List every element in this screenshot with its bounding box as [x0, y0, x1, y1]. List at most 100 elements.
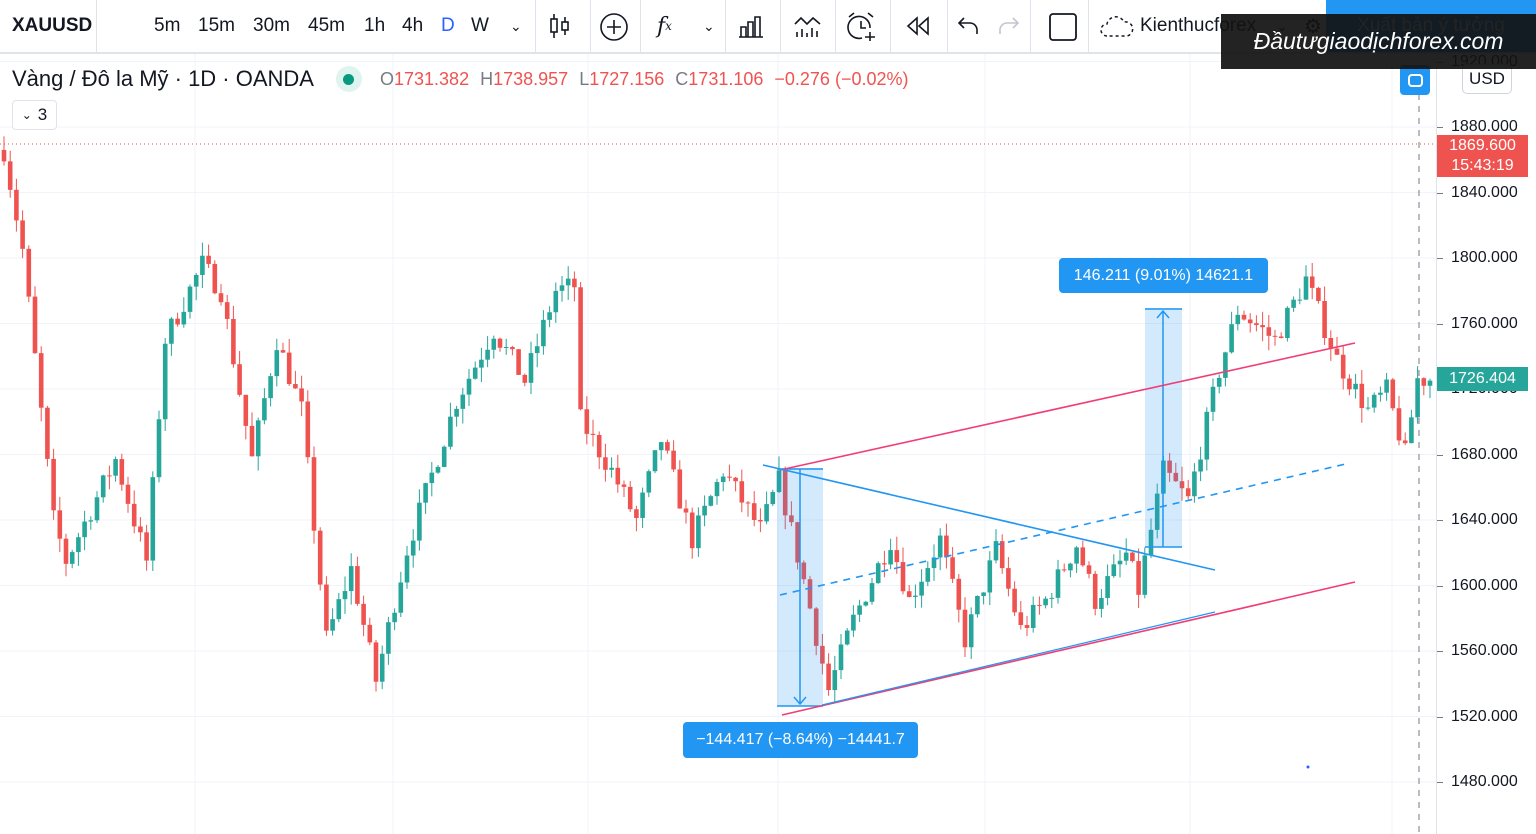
interval-15m[interactable]: 15m	[198, 0, 235, 52]
candle-body	[1260, 325, 1265, 328]
candlestick-chart[interactable]	[0, 54, 1536, 834]
candle-body	[1235, 314, 1241, 325]
candle-body	[987, 560, 993, 593]
candle-body	[38, 353, 44, 408]
candle-body	[1055, 569, 1061, 598]
candle-body	[280, 350, 286, 353]
candle-body	[76, 537, 81, 553]
candle-body	[466, 378, 472, 395]
candle-body	[187, 286, 193, 312]
candle-body	[491, 338, 497, 350]
candle-body	[1111, 564, 1117, 577]
candle-body	[975, 595, 980, 615]
candle-body	[336, 599, 342, 620]
candle-body	[863, 601, 869, 606]
candle-body	[634, 509, 639, 518]
candle-body	[460, 394, 466, 409]
candle-body	[1216, 377, 1222, 387]
interval-45m[interactable]: 45m	[308, 0, 345, 52]
alarm-add-icon[interactable]	[846, 11, 878, 43]
undo-icon[interactable]	[957, 16, 979, 36]
candle-body	[844, 630, 850, 645]
upper-channel-line	[779, 342, 1356, 471]
candle-body	[1210, 386, 1216, 412]
measure-label-down[interactable]: −144.417 (−8.64%) −14441.7	[683, 722, 918, 758]
candle-body	[348, 566, 354, 592]
candle-body	[621, 484, 627, 487]
candle-body	[88, 520, 94, 522]
candle-body	[1229, 324, 1234, 353]
interval-30m[interactable]: 30m	[253, 0, 290, 52]
candle-body	[274, 350, 280, 377]
candle-body	[857, 605, 862, 615]
point-marker	[1306, 765, 1310, 769]
candle-body	[751, 503, 757, 520]
chevron-down-icon[interactable]: ⌄	[510, 0, 522, 52]
candle-body	[398, 582, 404, 613]
candle-body	[1105, 576, 1110, 598]
indicators-collapse-button[interactable]: ⌄ 3	[12, 100, 57, 130]
candle-body	[584, 409, 590, 434]
measure-label-up[interactable]: 146.211 (9.01%) 14621.1	[1059, 258, 1268, 293]
candle-body	[528, 353, 534, 383]
candle-body	[671, 450, 676, 470]
candle-body	[1049, 597, 1055, 599]
chart-pane[interactable]	[0, 54, 1536, 834]
candle-body	[1241, 314, 1247, 320]
candle-body	[603, 457, 608, 470]
candle-body	[169, 318, 174, 344]
candle-body	[534, 346, 540, 354]
candles-icon[interactable]	[548, 13, 572, 39]
candle-body	[832, 670, 838, 691]
symbol-description[interactable]: Vàng / Đô la Mỹ · 1D · OANDA	[12, 66, 314, 92]
candle-body	[1371, 394, 1377, 408]
candle-body	[1037, 604, 1042, 606]
candle-body	[138, 526, 143, 533]
candle-body	[311, 457, 317, 531]
candle-body	[627, 486, 633, 510]
square-icon[interactable]	[1048, 12, 1078, 42]
candle-body	[485, 349, 490, 360]
auto-scale-button[interactable]	[1400, 65, 1430, 95]
candle-body	[1123, 552, 1129, 561]
candle-body	[1117, 560, 1123, 565]
interval-d[interactable]: D	[441, 0, 455, 52]
candle-body	[392, 612, 397, 623]
bar-chart-icon[interactable]	[738, 14, 764, 38]
candle-body	[1390, 379, 1396, 409]
plus-circle-icon[interactable]	[599, 12, 629, 42]
candle-body	[293, 384, 298, 389]
candle-body	[1024, 625, 1030, 628]
indicators-icon[interactable]	[794, 14, 822, 38]
candle-body	[714, 482, 720, 497]
candle-body	[479, 359, 484, 368]
symbol-search[interactable]: XAUUSD	[12, 0, 92, 52]
candle-body	[150, 477, 156, 561]
candle-body	[441, 446, 447, 467]
chevron-down-icon[interactable]: ⌄	[703, 0, 715, 52]
price-tick-label: 1640.000	[1451, 511, 1518, 528]
candle-body	[1043, 598, 1048, 606]
candle-body	[386, 622, 391, 654]
candle-body	[869, 583, 875, 602]
candle-body	[330, 619, 335, 631]
interval-5m[interactable]: 5m	[154, 0, 180, 52]
rewind-icon[interactable]	[905, 16, 931, 36]
candle-body	[268, 376, 273, 399]
market-status-icon[interactable]	[335, 66, 362, 92]
price-tick-label: 1840.000	[1451, 183, 1518, 201]
interval-4h[interactable]: 4h	[402, 0, 423, 52]
candle-body	[652, 450, 658, 472]
fx-icon[interactable]: fx	[657, 0, 672, 52]
candle-body	[100, 475, 106, 498]
interval-1h[interactable]: 1h	[364, 0, 385, 52]
candle-body	[107, 475, 112, 477]
candle-body	[94, 497, 100, 521]
candle-body	[708, 496, 714, 506]
candle-body	[1384, 379, 1389, 393]
candle-body	[950, 557, 955, 579]
candle-body	[1340, 354, 1346, 379]
candle-body	[497, 338, 503, 348]
candle-body	[324, 584, 329, 631]
interval-w[interactable]: W	[471, 0, 489, 52]
